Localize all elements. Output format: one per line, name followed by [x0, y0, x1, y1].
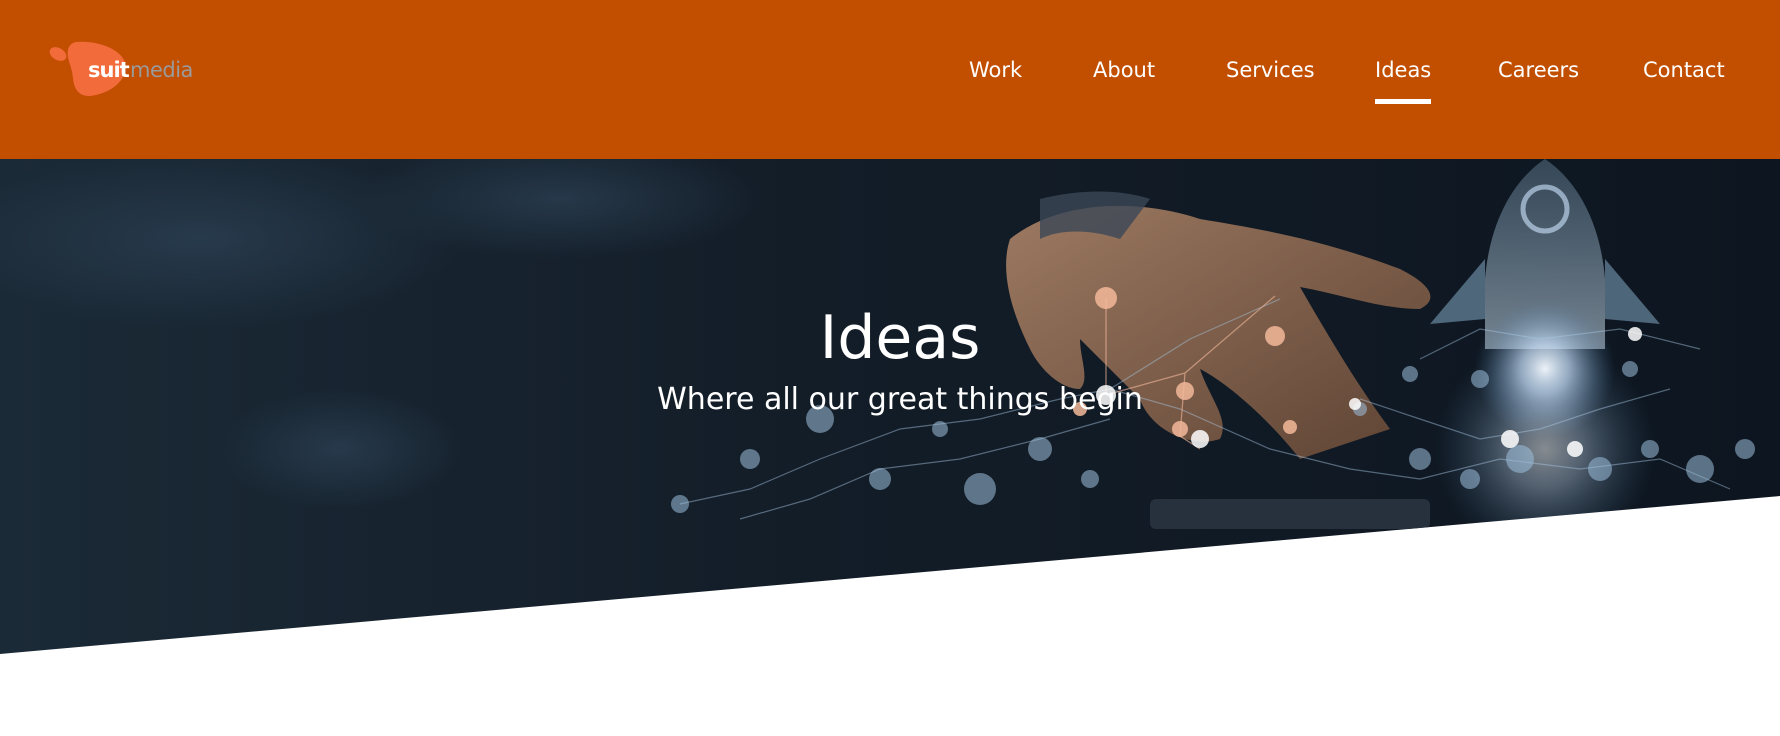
nav-item-careers[interactable]: Careers [1498, 58, 1579, 82]
nav-item-label: Ideas [1375, 58, 1432, 82]
active-nav-indicator [1375, 99, 1432, 104]
nav-item-contact[interactable]: Contact [1643, 58, 1725, 82]
nav-item-label: Contact [1643, 58, 1725, 82]
nav-item-label: About [1093, 58, 1156, 82]
nav-item-label: Careers [1498, 58, 1580, 82]
nav-item-work[interactable]: Work [969, 58, 1022, 82]
nav-item-ideas[interactable]: Ideas [1375, 58, 1432, 104]
nav-item-about[interactable]: About [1093, 58, 1155, 82]
nav-item-label: Services [1226, 58, 1315, 82]
hero-banner: Ideas Where all our great things begin [0, 159, 1780, 659]
site-header: suit media Work About Services Ideas Car… [0, 0, 1780, 159]
nav-item-label: Work [969, 58, 1023, 82]
hero-subtitle: Where all our great things begin [657, 382, 1143, 417]
nav-item-services[interactable]: Services [1226, 58, 1315, 82]
main-nav: Work About Services Ideas Careers Contac… [0, 58, 1780, 108]
hero-title: Ideas [819, 303, 981, 374]
